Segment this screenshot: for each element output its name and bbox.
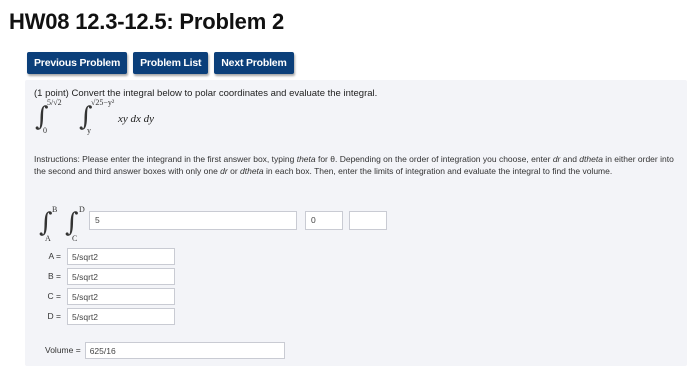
- inner-lower-limit: y: [87, 126, 91, 135]
- answer-limit-c: C: [72, 234, 78, 243]
- instructions-dtheta: dtheta: [240, 166, 264, 176]
- outer-lower-limit: 0: [43, 126, 47, 135]
- instructions-theta: theta: [296, 154, 316, 164]
- limit-b-input[interactable]: 5/sqrt2: [67, 268, 175, 285]
- instructions-dr: dr: [220, 166, 228, 176]
- limit-row-b: B = 5/sqrt2: [39, 268, 175, 285]
- limit-d-input[interactable]: 5/sqrt2: [67, 308, 175, 325]
- limit-label: A =: [48, 250, 61, 261]
- instructions-text: in each box. Then, enter the limits of i…: [263, 166, 613, 176]
- second-differential-input[interactable]: [349, 211, 387, 230]
- limit-label: C =: [47, 290, 61, 301]
- instructions-text: and: [560, 154, 580, 164]
- page-title: HW08 12.3-12.5: Problem 2: [9, 9, 285, 34]
- inner-upper-limit: √25−y²: [91, 98, 115, 107]
- limit-a-input[interactable]: 5/sqrt2: [67, 248, 175, 265]
- problem-nav: Previous Problem Problem List Next Probl…: [27, 52, 294, 74]
- instructions-text: Instructions: Please enter the integrand…: [34, 154, 297, 164]
- volume-input[interactable]: 625/16: [84, 342, 285, 359]
- problem-list-button[interactable]: Problem List: [133, 52, 209, 74]
- answer-outer-integral-sign: ∫: [39, 208, 53, 238]
- limit-row-a: A = 5/sqrt2: [39, 248, 175, 265]
- instructions-dtheta: dtheta: [579, 154, 603, 164]
- limit-row-c: C = 5/sqrt2: [39, 288, 175, 305]
- answer-inner-integral-sign: ∫: [65, 208, 79, 238]
- instructions: Instructions: Please enter the integrand…: [34, 153, 674, 177]
- volume-row: Volume = 625/16: [45, 342, 285, 359]
- answer-limit-a: A: [45, 234, 51, 243]
- limit-label: D =: [47, 310, 61, 321]
- volume-label: Volume =: [45, 344, 81, 355]
- limit-c-input[interactable]: 5/sqrt2: [67, 288, 175, 305]
- instructions-text: for θ. Depending on the order of integra…: [315, 154, 553, 164]
- instructions-text: or: [227, 166, 241, 176]
- integrand-answer-input[interactable]: 5: [89, 211, 297, 230]
- problem-intro: (1 point) Convert the integral below to …: [34, 88, 378, 99]
- problem-panel: (1 point) Convert the integral below to …: [25, 80, 687, 366]
- limit-label: B =: [48, 270, 61, 281]
- outer-upper-limit: 5/√2: [47, 98, 62, 107]
- integrand-expression: xy dx dy: [118, 113, 155, 125]
- answer-limit-b: B: [52, 205, 58, 214]
- next-problem-button[interactable]: Next Problem: [214, 52, 294, 74]
- answer-limit-d: D: [79, 205, 85, 214]
- previous-problem-button[interactable]: Previous Problem: [27, 52, 128, 74]
- first-differential-input[interactable]: 0: [305, 211, 343, 230]
- limit-row-d: D = 5/sqrt2: [39, 308, 175, 325]
